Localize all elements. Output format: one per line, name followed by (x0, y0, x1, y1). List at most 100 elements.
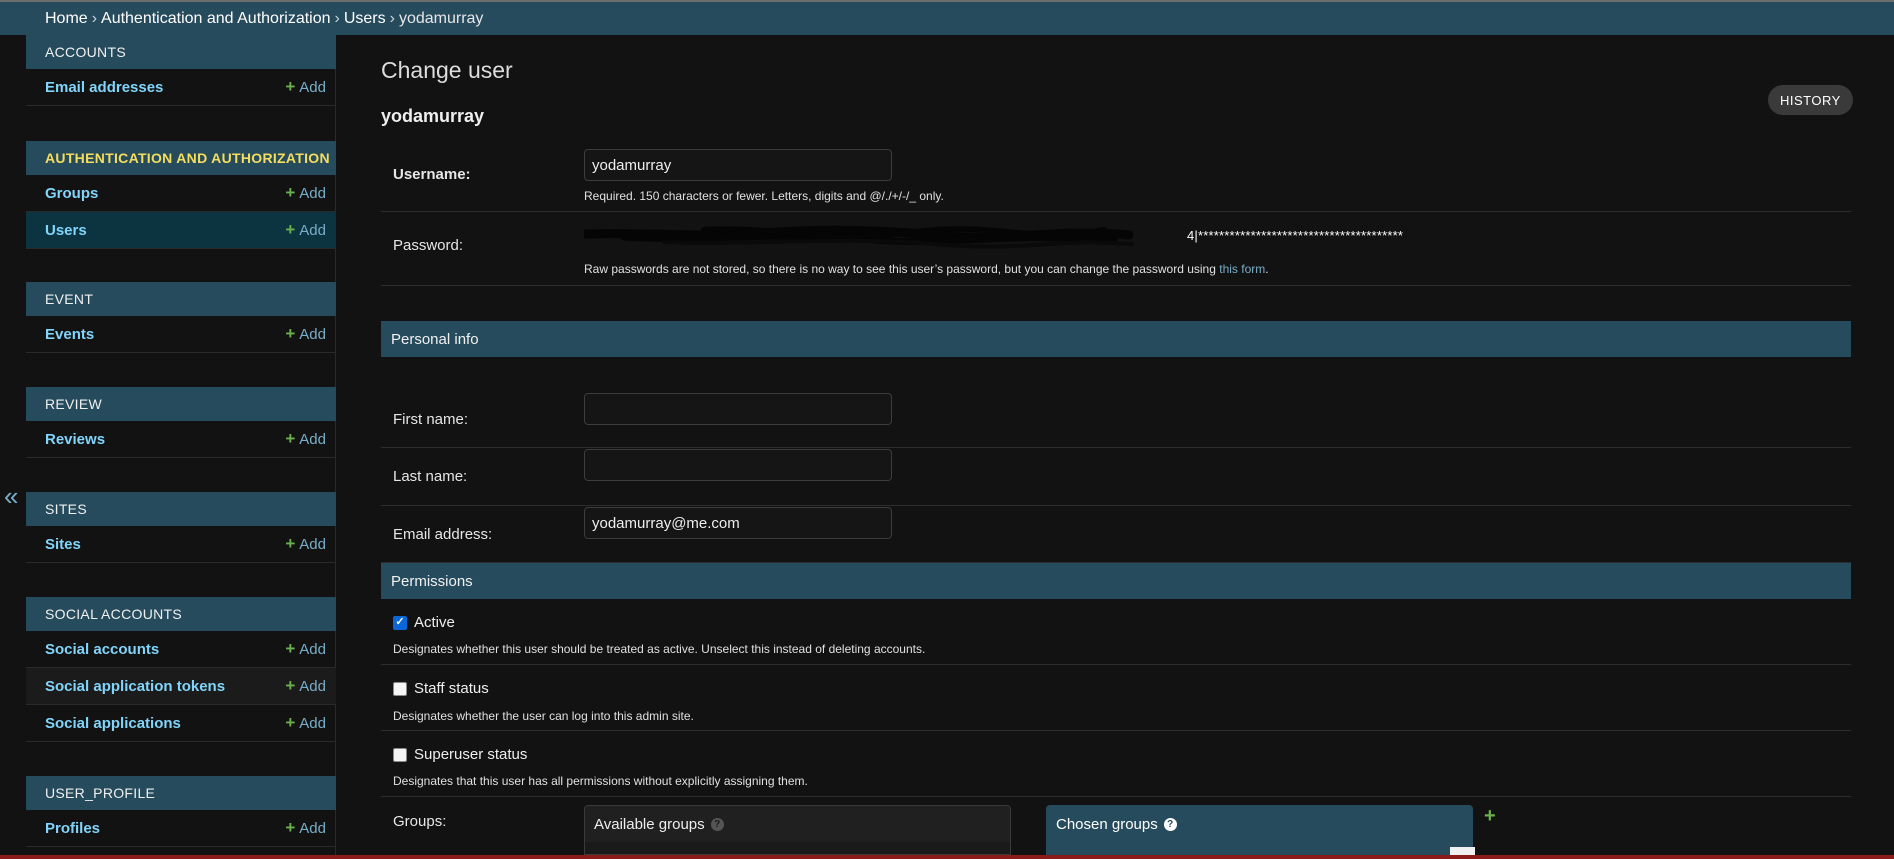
sidebar-item-label[interactable]: Social applications (45, 715, 181, 732)
add-label: Add (299, 714, 326, 732)
superuser-label: Superuser status (414, 746, 528, 763)
add-group-plus-icon[interactable]: + (1484, 805, 1496, 828)
staff-checkbox-line[interactable]: Staff status (393, 680, 489, 697)
breadcrumb-model[interactable]: Users (344, 10, 386, 28)
module-header[interactable]: EVENT (26, 282, 336, 316)
module-accounts: ACCOUNTS Email addresses + Add (26, 35, 336, 106)
module-header[interactable]: USER_PROFILE (26, 776, 336, 810)
staff-label: Staff status (414, 680, 489, 697)
module-header[interactable]: REVIEW (26, 387, 336, 421)
add-review-button[interactable]: + Add (285, 429, 326, 449)
module-header[interactable]: AUTHENTICATION AND AUTHORIZATION (26, 141, 336, 175)
last-name-input[interactable] (584, 449, 892, 481)
add-label: Add (299, 535, 326, 553)
available-groups-title: Available groups? (585, 806, 1010, 842)
add-user-button[interactable]: + Add (285, 220, 326, 240)
last-name-row: Last name: (381, 448, 1851, 506)
sidebar-item-label[interactable]: Profiles (45, 820, 100, 837)
sidebar-item-label[interactable]: Email addresses (45, 79, 163, 96)
add-label: Add (299, 640, 326, 658)
email-row: Email address: (381, 506, 1851, 563)
page-title: Change user (381, 57, 513, 83)
plus-icon: + (285, 676, 296, 695)
add-email-address-button[interactable]: + Add (285, 77, 326, 97)
superuser-row: Superuser status Designates that this us… (381, 731, 1851, 797)
password-help-prefix: Raw passwords are not stored, so there i… (584, 262, 1220, 276)
module-header[interactable]: SOCIAL ACCOUNTS (26, 597, 336, 631)
module-auth: AUTHENTICATION AND AUTHORIZATION Groups … (26, 141, 336, 249)
email-input[interactable] (584, 507, 892, 539)
available-groups-box: Available groups? (584, 805, 1011, 855)
help-icon[interactable]: ? (1163, 817, 1177, 831)
permissions-header: Permissions (381, 563, 1851, 599)
change-password-link[interactable]: this form (1219, 262, 1265, 276)
username-input[interactable] (584, 149, 892, 181)
sidebar-item-social-applications: Social applications + Add (26, 705, 336, 742)
superuser-checkbox-line[interactable]: Superuser status (393, 746, 527, 763)
plus-icon: + (285, 713, 296, 732)
module-header[interactable]: SITES (26, 492, 336, 526)
sidebar-item-users: Users + Add (26, 212, 336, 249)
sidebar-item-social-application-tokens: Social application tokens + Add (26, 668, 336, 705)
sidebar-item-label[interactable]: Sites (45, 536, 81, 553)
breadcrumb: Home › Authentication and Authorization … (0, 2, 1894, 35)
add-site-button[interactable]: + Add (285, 534, 326, 554)
add-group-button[interactable]: + Add (285, 183, 326, 203)
sidebar-item-label[interactable]: Users (45, 222, 87, 239)
module-review: REVIEW Reviews + Add (26, 387, 336, 458)
help-icon[interactable]: ? (710, 817, 724, 831)
active-checkbox[interactable] (393, 615, 407, 630)
sidebar-item-label[interactable]: Social accounts (45, 641, 159, 658)
groups-label: Groups: (393, 813, 447, 830)
password-label: Password: (393, 237, 464, 254)
sidebar-item-label[interactable]: Reviews (45, 431, 105, 448)
chosen-groups-scroll-handle[interactable] (1450, 847, 1475, 855)
module-sites: SITES Sites + Add (26, 492, 336, 563)
first-name-input[interactable] (584, 393, 892, 425)
sidebar-item-label[interactable]: Social application tokens (45, 678, 225, 695)
plus-icon: + (285, 324, 296, 343)
add-label: Add (299, 184, 326, 202)
plus-icon: + (285, 639, 296, 658)
username-row: Username: Required. 150 characters or fe… (381, 142, 1851, 212)
staff-help-text: Designates whether the user can log into… (393, 709, 694, 723)
chosen-groups-box: Chosen groups? (1046, 805, 1473, 855)
breadcrumb-app[interactable]: Authentication and Authorization (101, 10, 331, 28)
collapse-sidebar-icon[interactable]: « (4, 483, 18, 509)
superuser-checkbox[interactable] (393, 747, 407, 762)
module-header[interactable]: ACCOUNTS (26, 35, 336, 69)
add-social-account-button[interactable]: + Add (285, 639, 326, 659)
object-name-heading: yodamurray (381, 106, 485, 126)
sidebar-item-profiles: Profiles + Add (26, 810, 336, 847)
add-social-application-button[interactable]: + Add (285, 713, 326, 733)
add-social-application-token-button[interactable]: + Add (285, 676, 326, 696)
add-event-button[interactable]: + Add (285, 324, 326, 344)
add-label: Add (299, 430, 326, 448)
first-name-row: First name: (381, 391, 1851, 448)
first-name-label: First name: (393, 411, 469, 428)
add-label: Add (299, 78, 326, 96)
sidebar-item-social-accounts: Social accounts + Add (26, 631, 336, 668)
add-profile-button[interactable]: + Add (285, 818, 326, 838)
add-label: Add (299, 221, 326, 239)
staff-row: Staff status Designates whether the user… (381, 665, 1851, 731)
last-name-label: Last name: (393, 468, 468, 485)
sidebar-item-label[interactable]: Events (45, 326, 94, 343)
breadcrumb-separator: › (389, 9, 395, 27)
staff-checkbox[interactable] (393, 681, 407, 696)
module-user-profile: USER_PROFILE Profiles + Add (26, 776, 336, 847)
password-masked-value: 4|**************************************… (1187, 228, 1404, 243)
sidebar-item-email-addresses: Email addresses + Add (26, 69, 336, 106)
sidebar-item-label[interactable]: Groups (45, 185, 98, 202)
plus-icon: + (285, 77, 296, 96)
plus-icon: + (285, 818, 296, 837)
module-event: EVENT Events + Add (26, 282, 336, 353)
breadcrumb-separator: › (334, 9, 340, 27)
history-button[interactable]: HISTORY (1768, 85, 1853, 115)
sidebar-item-groups: Groups + Add (26, 175, 336, 212)
username-help-text: Required. 150 characters or fewer. Lette… (584, 189, 944, 203)
active-checkbox-line[interactable]: Active (393, 614, 455, 631)
chosen-groups-label: Chosen groups (1056, 815, 1158, 833)
bottom-border (0, 855, 1894, 859)
breadcrumb-home[interactable]: Home (45, 10, 88, 28)
